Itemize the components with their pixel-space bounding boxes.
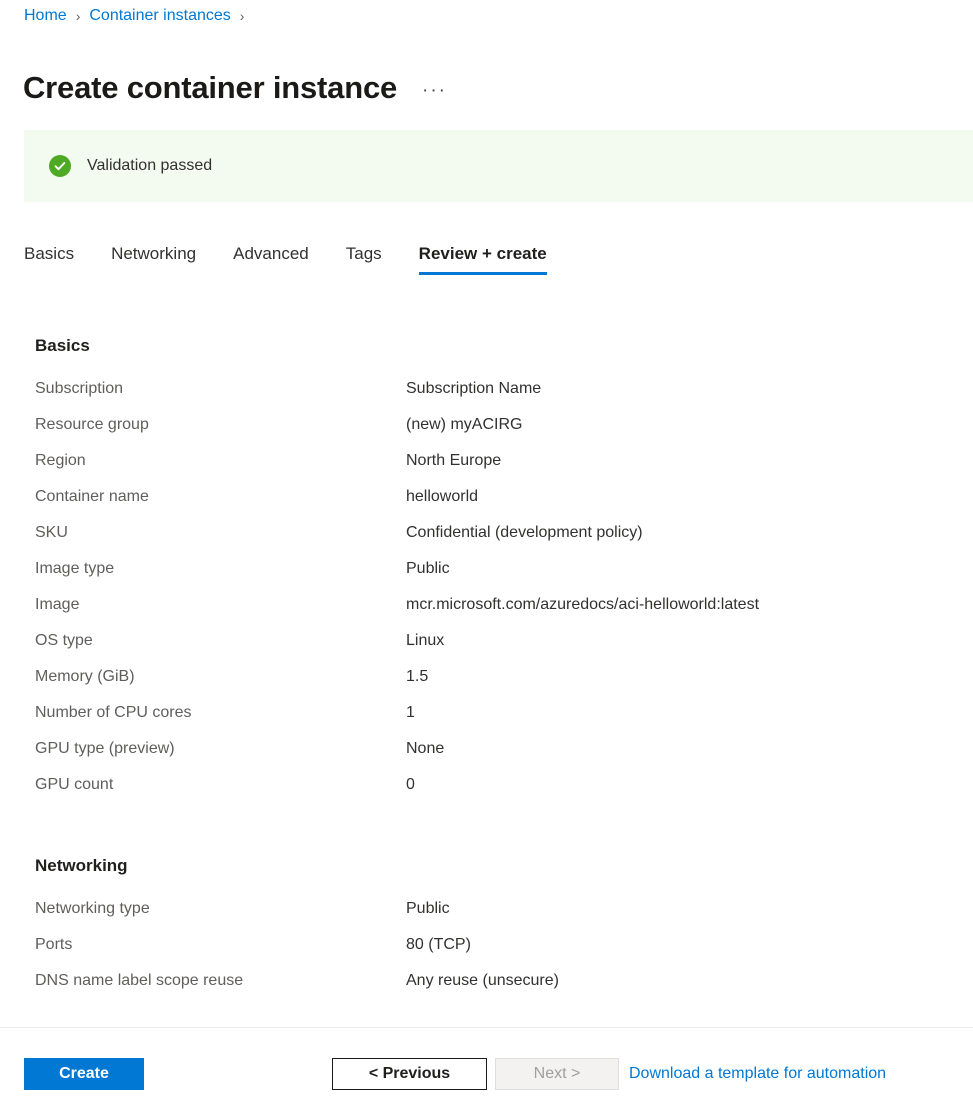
- table-row: Ports 80 (TCP): [35, 935, 559, 971]
- row-value: 0: [406, 775, 415, 795]
- row-label: Container name: [35, 487, 406, 507]
- row-value: 80 (TCP): [406, 935, 471, 955]
- row-label: SKU: [35, 523, 406, 543]
- create-button[interactable]: Create: [24, 1058, 144, 1090]
- tab-basics[interactable]: Basics: [24, 243, 74, 275]
- success-check-icon: [49, 155, 71, 177]
- table-row: Subscription Subscription Name: [35, 379, 759, 415]
- next-button: Next >: [495, 1058, 619, 1090]
- row-value: North Europe: [406, 451, 501, 471]
- tab-networking[interactable]: Networking: [111, 243, 196, 275]
- section-basics: Basics Subscription Subscription Name Re…: [35, 335, 759, 811]
- page-title: Create container instance: [23, 66, 397, 110]
- row-label: DNS name label scope reuse: [35, 971, 406, 991]
- row-value: Linux: [406, 631, 444, 651]
- row-value: mcr.microsoft.com/azuredocs/aci-hellowor…: [406, 595, 759, 615]
- table-row: GPU count 0: [35, 775, 759, 811]
- table-row: GPU type (preview) None: [35, 739, 759, 775]
- breadcrumb-item-home[interactable]: Home: [24, 6, 67, 26]
- row-value: None: [406, 739, 444, 759]
- row-value: 1.5: [406, 667, 428, 687]
- row-value: (new) myACIRG: [406, 415, 522, 435]
- tab-tags[interactable]: Tags: [346, 243, 382, 275]
- breadcrumb-separator-icon: ›: [240, 6, 245, 26]
- row-value: 1: [406, 703, 415, 723]
- more-options-icon[interactable]: ···: [422, 84, 447, 98]
- tab-review-create[interactable]: Review + create: [419, 243, 547, 275]
- validation-banner: Validation passed: [24, 130, 973, 202]
- row-value: Public: [406, 559, 450, 579]
- row-label: Memory (GiB): [35, 667, 406, 687]
- wizard-tabs: Basics Networking Advanced Tags Review +…: [24, 243, 547, 275]
- table-row: Image type Public: [35, 559, 759, 595]
- table-row: DNS name label scope reuse Any reuse (un…: [35, 971, 559, 1007]
- table-row: Networking type Public: [35, 899, 559, 935]
- table-row: Region North Europe: [35, 451, 759, 487]
- table-row: Resource group (new) myACIRG: [35, 415, 759, 451]
- row-value: Confidential (development policy): [406, 523, 643, 543]
- breadcrumb: Home › Container instances ›: [24, 6, 253, 26]
- table-row: Container name helloworld: [35, 487, 759, 523]
- section-title-networking: Networking: [35, 855, 559, 877]
- section-networking: Networking Networking type Public Ports …: [35, 855, 559, 1007]
- table-row: Image mcr.microsoft.com/azuredocs/aci-he…: [35, 595, 759, 631]
- row-value: Subscription Name: [406, 379, 541, 399]
- download-template-link[interactable]: Download a template for automation: [629, 1065, 886, 1083]
- tab-advanced[interactable]: Advanced: [233, 243, 309, 275]
- breadcrumb-separator-icon: ›: [76, 6, 81, 26]
- row-label: OS type: [35, 631, 406, 651]
- row-label: Resource group: [35, 415, 406, 435]
- validation-banner-text: Validation passed: [87, 156, 212, 176]
- section-title-basics: Basics: [35, 335, 759, 357]
- page-header: Create container instance ···: [23, 45, 447, 131]
- row-label: Image: [35, 595, 406, 615]
- table-row: OS type Linux: [35, 631, 759, 667]
- row-value: helloworld: [406, 487, 478, 507]
- previous-button[interactable]: < Previous: [332, 1058, 487, 1090]
- table-row: Memory (GiB) 1.5: [35, 667, 759, 703]
- row-value: Public: [406, 899, 450, 919]
- table-row: Number of CPU cores 1: [35, 703, 759, 739]
- row-label: Region: [35, 451, 406, 471]
- row-label: Image type: [35, 559, 406, 579]
- row-value: Any reuse (unsecure): [406, 971, 559, 991]
- row-label: Number of CPU cores: [35, 703, 406, 723]
- row-label: GPU count: [35, 775, 406, 795]
- table-row: SKU Confidential (development policy): [35, 523, 759, 559]
- row-label: GPU type (preview): [35, 739, 406, 759]
- breadcrumb-item-container-instances[interactable]: Container instances: [89, 6, 230, 26]
- footer-action-bar: Create < Previous Next > Download a temp…: [0, 1028, 973, 1119]
- row-label: Networking type: [35, 899, 406, 919]
- row-label: Subscription: [35, 379, 406, 399]
- row-label: Ports: [35, 935, 406, 955]
